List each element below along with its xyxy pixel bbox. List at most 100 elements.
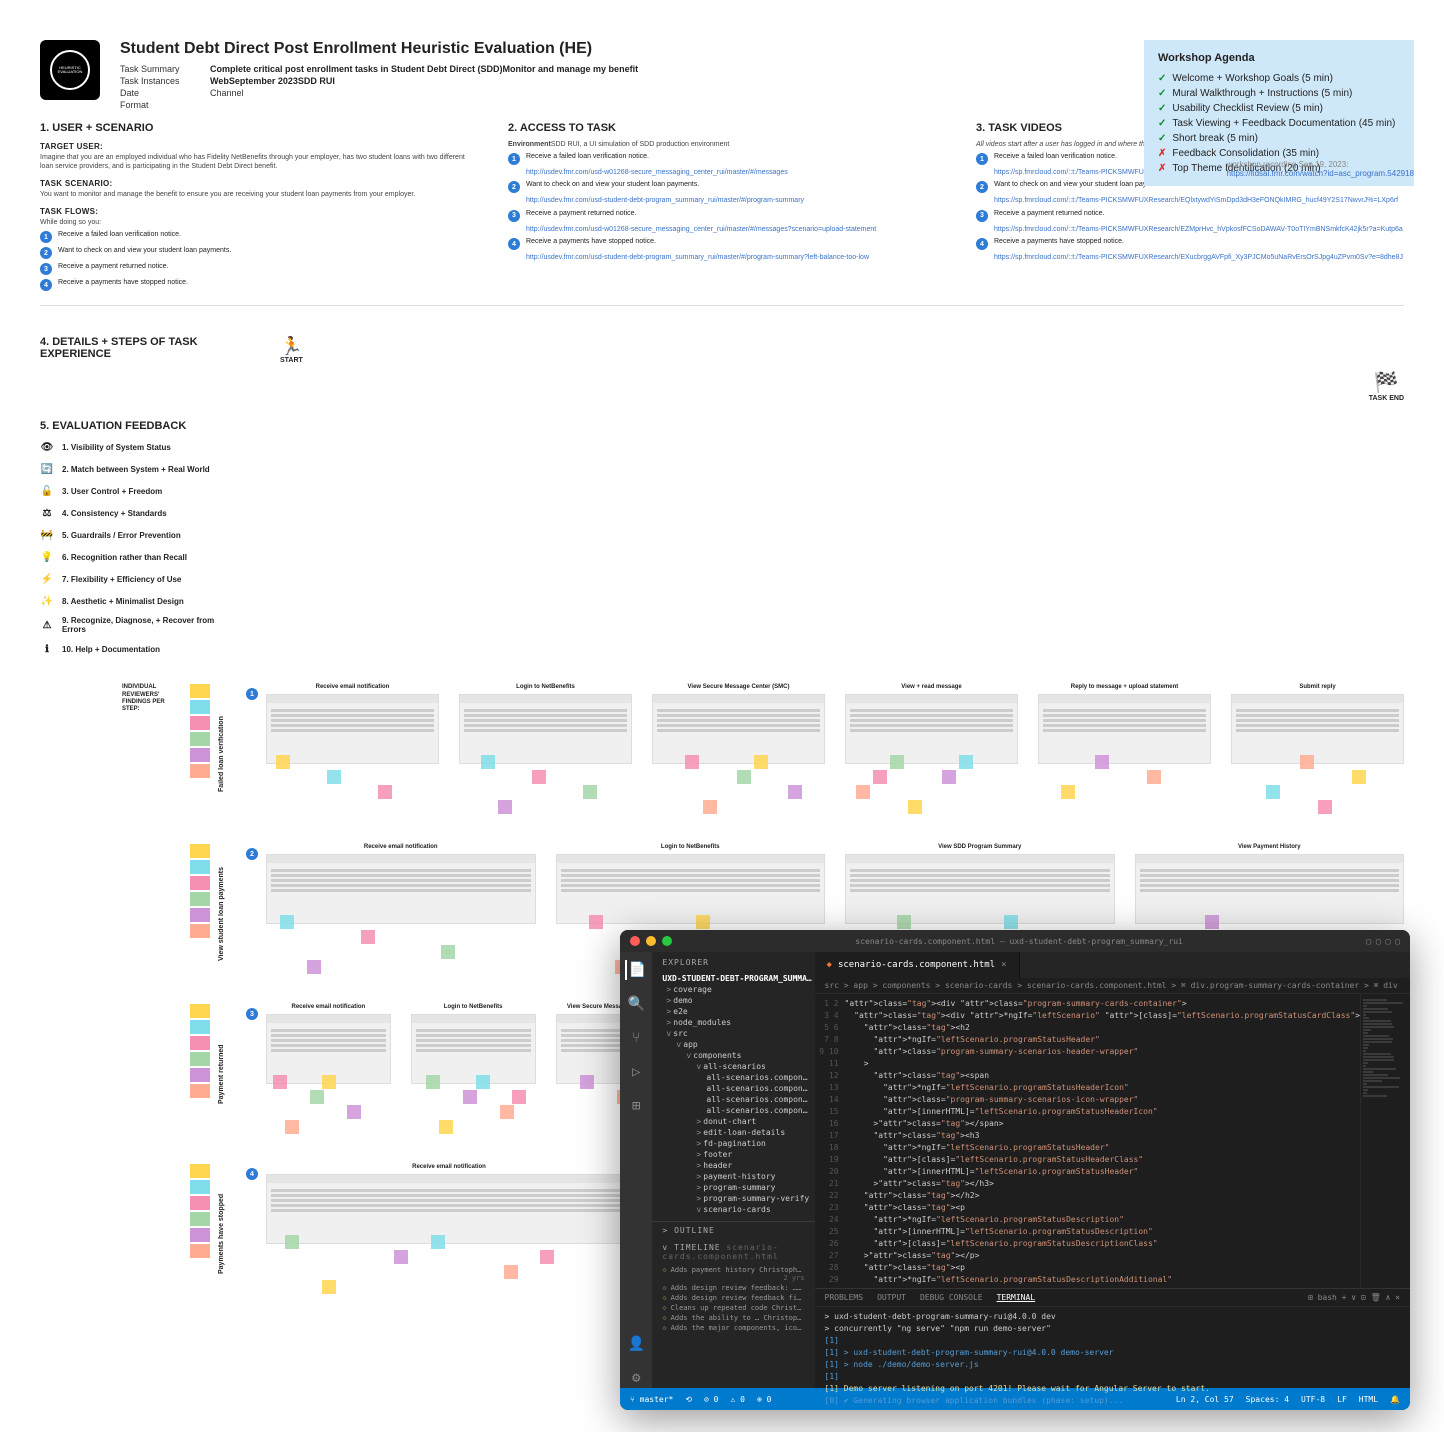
step-thumbnail[interactable] (1135, 854, 1405, 924)
tree-item[interactable]: >demo (656, 995, 810, 1006)
tree-item[interactable]: >program-summary (656, 1182, 810, 1193)
step-card[interactable]: Login to NetBenefits (411, 1004, 536, 1090)
tree-item[interactable]: vcomponents (656, 1050, 810, 1061)
panel-actions[interactable]: ⊞ bash + ∨ ⊡ 🗑 ∧ × (1308, 1293, 1400, 1302)
sticky-note[interactable] (1095, 755, 1109, 769)
sticky-note[interactable] (431, 1235, 445, 1249)
step-thumbnail[interactable] (1231, 694, 1404, 764)
step-card[interactable]: Receive email notification (266, 844, 536, 924)
sticky-note[interactable] (439, 1120, 453, 1134)
breadcrumb[interactable]: src > app > components > scenario-cards … (815, 978, 1410, 994)
sync-icon[interactable]: ⟲ (685, 1395, 692, 1404)
sticky-note[interactable] (685, 755, 699, 769)
editor-tabs[interactable]: ◆ scenario-cards.component.html × (815, 952, 1410, 978)
sticky-note[interactable] (959, 755, 973, 769)
close-tab-icon[interactable]: × (1001, 960, 1006, 970)
account-icon[interactable]: 👤 (626, 1334, 646, 1354)
tree-item[interactable]: >node_modules (656, 1017, 810, 1028)
settings-icon[interactable]: ⚙ (626, 1368, 646, 1388)
sticky-note[interactable] (908, 800, 922, 814)
panel-tab[interactable]: DEBUG CONSOLE (920, 1293, 983, 1302)
step-card[interactable]: View Secure Message Center (SMC) (652, 684, 825, 764)
editor-tab[interactable]: ◆ scenario-cards.component.html × (815, 952, 1020, 978)
vscode-sidebar[interactable]: EXPLORER UXD-STUDENT-DEBT-PROGRAM_SUMMAR… (652, 952, 814, 1388)
sticky-note[interactable] (307, 960, 321, 974)
maximize-window-button[interactable] (662, 936, 672, 946)
step-thumbnail[interactable] (556, 854, 826, 924)
sticky-note[interactable] (532, 770, 546, 784)
sticky-note[interactable] (361, 930, 375, 944)
tree-item[interactable]: >coverage (656, 984, 810, 995)
sticky-note[interactable] (285, 1120, 299, 1134)
minimize-window-button[interactable] (646, 936, 656, 946)
tree-item[interactable]: >edit-loan-details (656, 1127, 810, 1138)
layout-icons[interactable]: ▢ ▢ ▢ ▢ (1366, 937, 1400, 946)
access-link[interactable]: https://sp.fmrcloud.com/::t:/Teams-PICKS… (994, 254, 1404, 262)
access-link[interactable]: https://sp.fmrcloud.com/::t:/Teams-PICKS… (994, 197, 1404, 205)
sticky-note[interactable] (856, 785, 870, 799)
vscode-editor[interactable]: ◆ scenario-cards.component.html × src > … (815, 952, 1410, 1388)
sticky-note[interactable] (322, 1075, 336, 1089)
sticky-note[interactable] (754, 755, 768, 769)
timeline-item[interactable]: ◇Adds design review feedback: … Christop… (652, 1283, 814, 1293)
sticky-note[interactable] (441, 945, 455, 959)
step-card[interactable]: Login to NetBenefits (556, 844, 826, 924)
panel-tab[interactable]: TERMINAL (997, 1293, 1036, 1302)
tree-item[interactable]: all-scenarios.component.spec.ts (656, 1094, 810, 1105)
errors-count[interactable]: ⊘ 0 (704, 1395, 718, 1404)
tree-item[interactable]: vsrc (656, 1028, 810, 1039)
branch-indicator[interactable]: ⑂ master* (630, 1395, 673, 1404)
sticky-note[interactable] (347, 1105, 361, 1119)
step-thumbnail[interactable] (459, 694, 632, 764)
sticky-note[interactable] (504, 1265, 518, 1279)
sticky-note[interactable] (897, 915, 911, 929)
sticky-note[interactable] (512, 1090, 526, 1104)
ports[interactable]: ⊕ 0 (757, 1395, 771, 1404)
panel-tab[interactable]: OUTPUT (877, 1293, 906, 1302)
sticky-note[interactable] (580, 1075, 594, 1089)
sticky-note[interactable] (1205, 915, 1219, 929)
minimap[interactable] (1360, 994, 1410, 1288)
step-thumbnail[interactable] (411, 1014, 536, 1084)
step-card[interactable]: Login to NetBenefits (459, 684, 632, 764)
step-thumbnail[interactable] (845, 854, 1115, 924)
sticky-note[interactable] (1147, 770, 1161, 784)
access-link[interactable]: http://usdev.fmr.com/usd-student-debt-pr… (526, 254, 936, 262)
sticky-note[interactable] (1318, 800, 1332, 814)
sticky-note[interactable] (1266, 785, 1280, 799)
step-card[interactable]: View SDD Program Summary (845, 844, 1115, 924)
code-area[interactable]: 1 2 3 4 5 6 7 8 9 10 11 12 13 14 15 16 1… (815, 994, 1410, 1288)
sticky-note[interactable] (737, 770, 751, 784)
sticky-note[interactable] (394, 1250, 408, 1264)
sticky-note[interactable] (280, 915, 294, 929)
tree-item[interactable]: all-scenarios.component.html (656, 1072, 810, 1083)
activity-bar[interactable]: 📄 🔍 ⑂ ▷ ⊞ 👤 ⚙ (620, 952, 652, 1388)
tree-item[interactable]: >program-summary-verify (656, 1193, 810, 1204)
tree-item[interactable]: >donut-chart (656, 1116, 810, 1127)
sticky-note[interactable] (276, 755, 290, 769)
tree-item[interactable]: >payment-history (656, 1171, 810, 1182)
sticky-note[interactable] (285, 1235, 299, 1249)
tree-item[interactable]: >fd-pagination (656, 1138, 810, 1149)
access-link[interactable]: http://usdev.fmr.com/usd-student-debt-pr… (526, 197, 936, 205)
tree-item[interactable]: >header (656, 1160, 810, 1171)
sticky-note[interactable] (540, 1250, 554, 1264)
debug-icon[interactable]: ▷ (626, 1062, 646, 1082)
tree-item[interactable]: all-scenarios.component.ts (656, 1105, 810, 1116)
tree-item[interactable]: vapp (656, 1039, 810, 1050)
timeline-item[interactable]: ◇Cleans up repeated code Christopher Sch… (652, 1303, 814, 1313)
project-root[interactable]: UXD-STUDENT-DEBT-PROGRAM_SUMMARY_RUI (652, 973, 814, 984)
timeline-item[interactable]: ◇Adds the ability to … Christopher Schuc… (652, 1313, 814, 1323)
sticky-note[interactable] (890, 755, 904, 769)
sticky-note[interactable] (873, 770, 887, 784)
step-card[interactable]: Receive email notification (266, 1004, 391, 1090)
step-card[interactable]: Receive email notification (266, 1164, 632, 1244)
extensions-icon[interactable]: ⊞ (626, 1096, 646, 1116)
tree-item[interactable]: >e2e (656, 1006, 810, 1017)
code-content[interactable]: "attr">class="tag"><div "attr">class="pr… (845, 994, 1360, 1288)
step-thumbnail[interactable] (266, 1014, 391, 1084)
outline-header[interactable]: > OUTLINE (652, 1222, 814, 1239)
source-control-icon[interactable]: ⑂ (626, 1028, 646, 1048)
step-card[interactable]: Reply to message + upload statement (1038, 684, 1211, 764)
access-link[interactable]: http://usdev.fmr.com/usd-w01268-secure_m… (526, 169, 936, 177)
